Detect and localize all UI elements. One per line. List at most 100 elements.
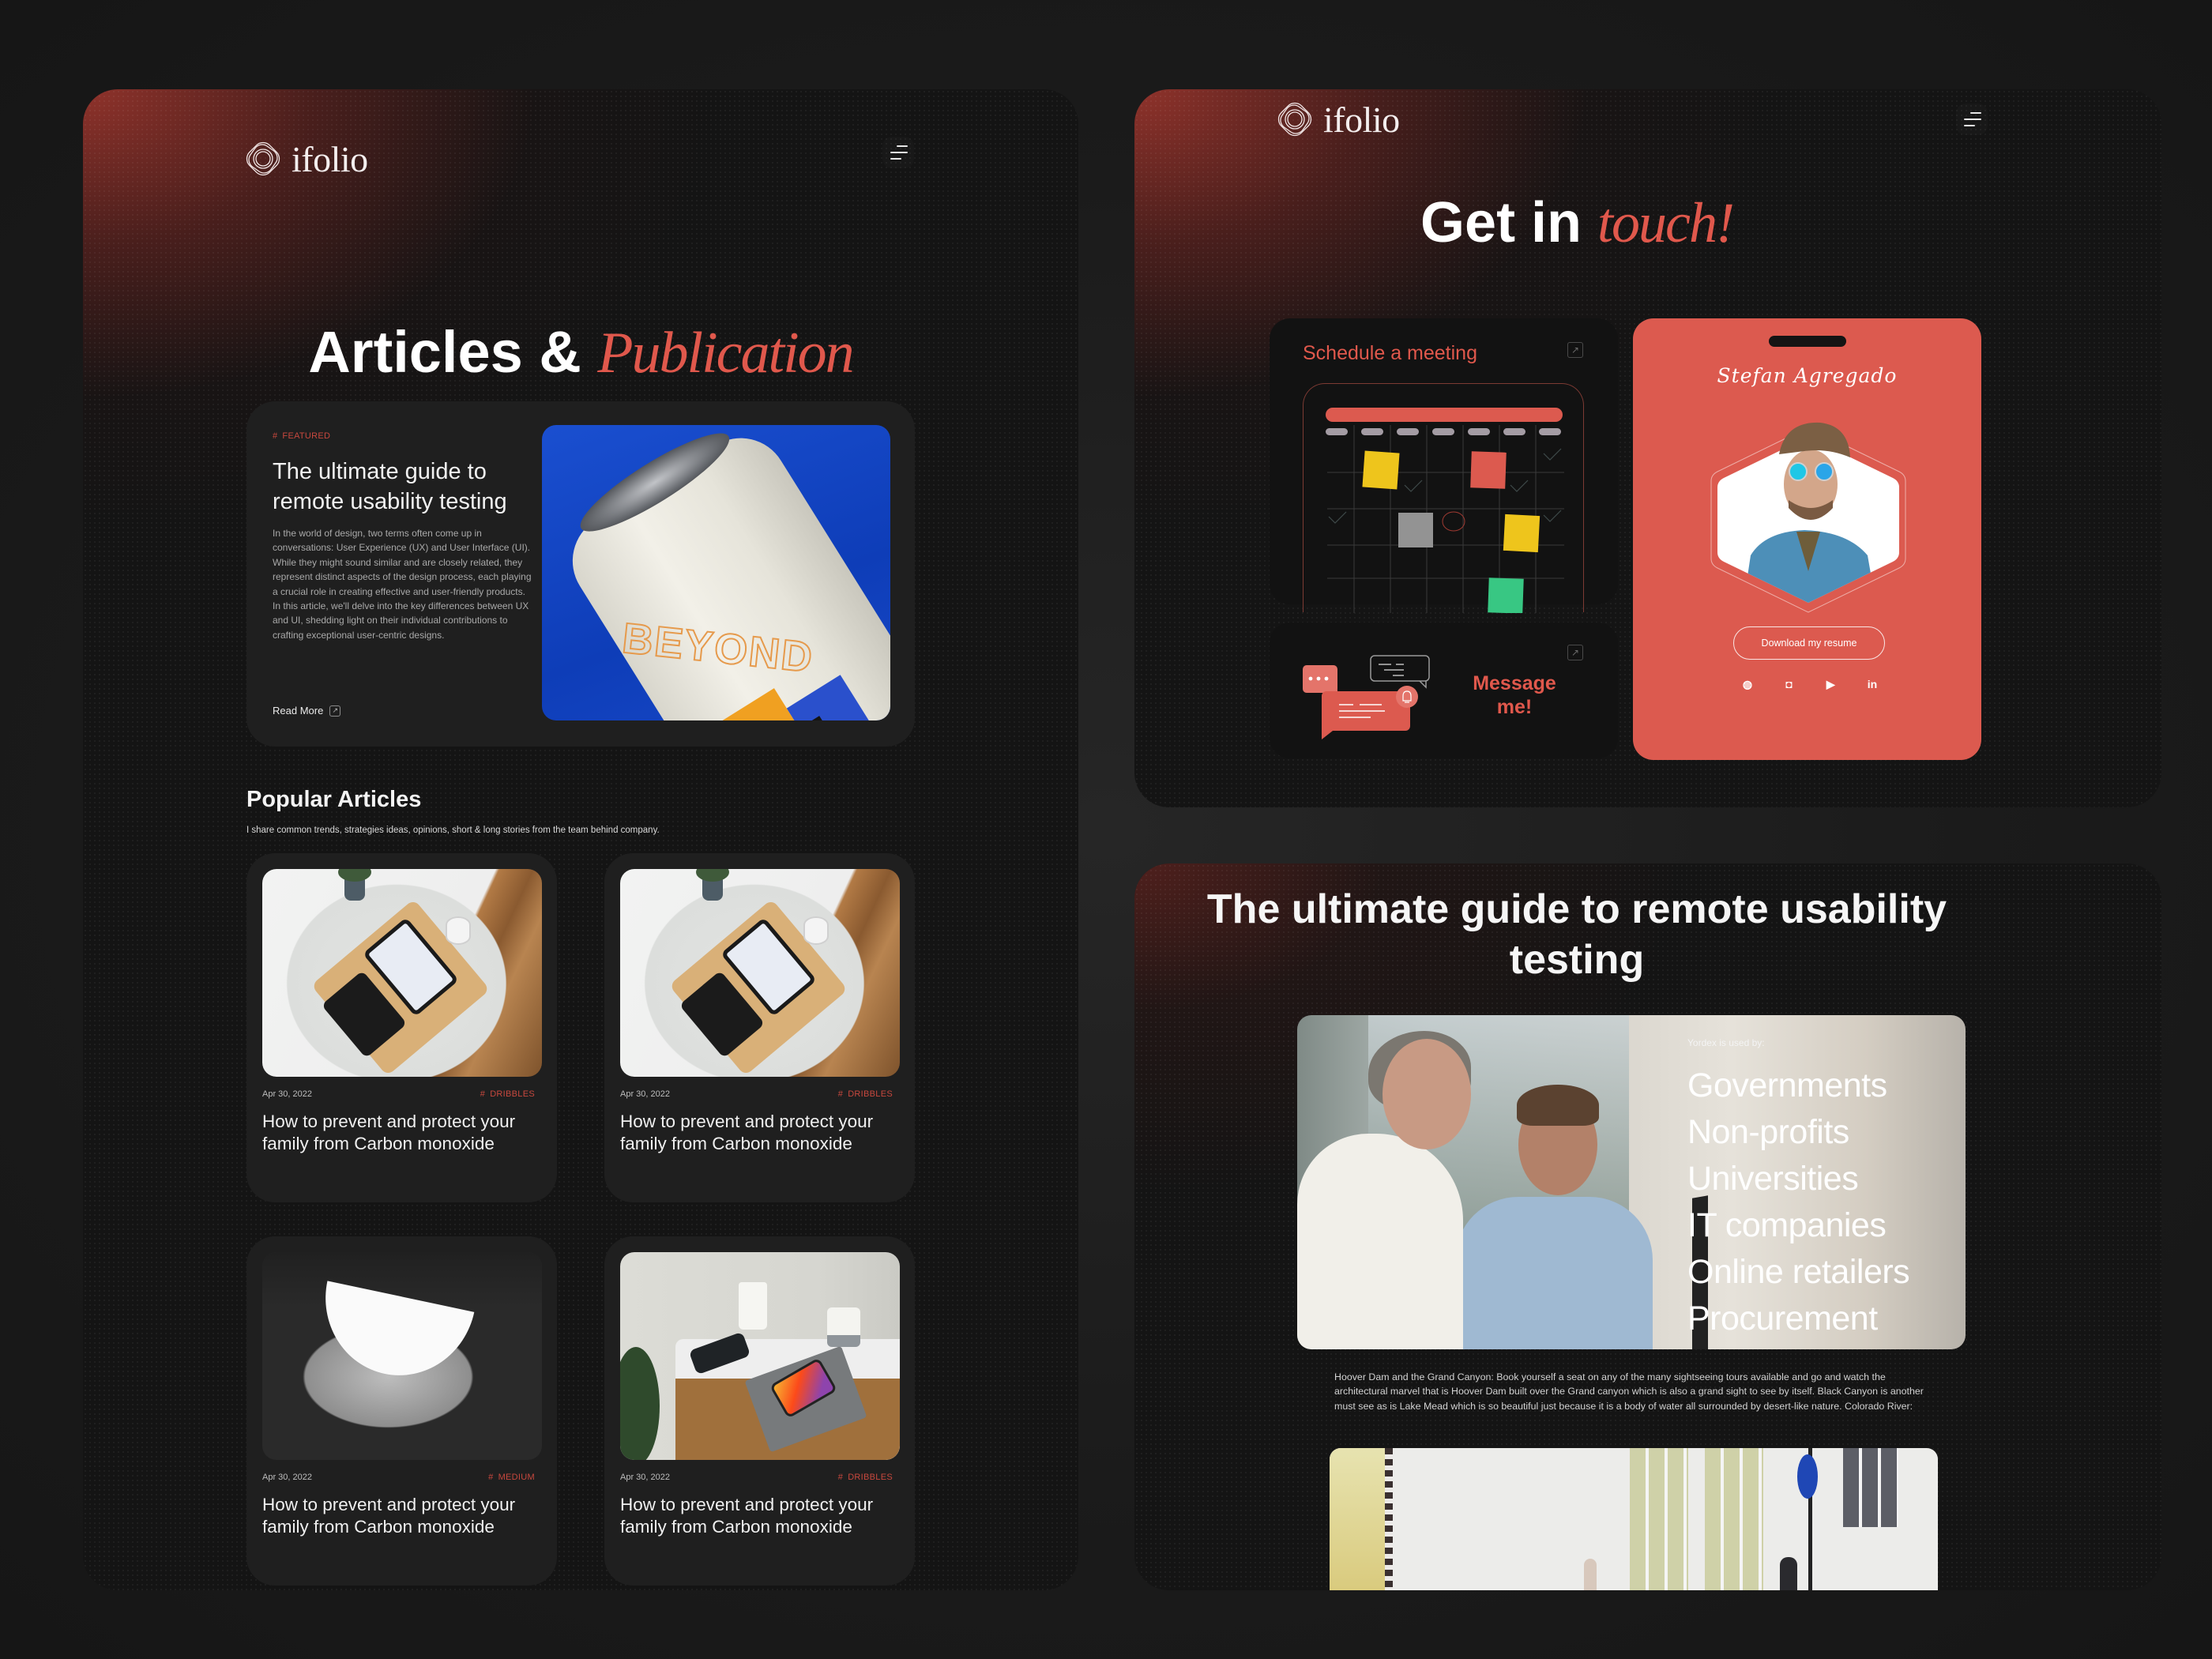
used-by-label: Yordex is used by: [1687,1037,1765,1048]
menu-button[interactable] [1956,103,1988,135]
hash-icon: # [273,431,278,441]
menu-line [890,152,908,153]
photo-shape [1584,1559,1597,1590]
article-meta: Apr 30, 2022 # DRIBBLES [620,1473,893,1482]
article-title: How to prevent and protect your family f… [262,1495,516,1537]
title-accent: touch! [1597,191,1735,254]
profile-id-card: Stefan Agregado Download my resume ◍ ◘ ▶… [1633,318,1981,760]
article-card[interactable]: Apr 30, 2022 # DRIBBLES How to prevent an… [246,853,557,1202]
linkedin-icon[interactable]: in [1864,675,1881,693]
can-rim [570,425,739,546]
download-resume-button[interactable]: Download my resume [1733,626,1885,660]
menu-line [1964,125,1975,126]
article-date: Apr 30, 2022 [620,1089,670,1099]
article-meta: Apr 30, 2022 # DRIBBLES [262,1089,535,1099]
featured-article-card[interactable]: # FEATURED The ultimate guide to remote u… [246,401,915,747]
hash-icon: # [837,1089,844,1099]
article-tag[interactable]: # DRIBBLES [838,1473,893,1482]
dribbble-icon[interactable]: ◍ [1739,675,1756,693]
article-date: Apr 30, 2022 [620,1473,670,1482]
featured-excerpt: In the world of design, two terms often … [273,528,532,641]
can-brand: BEYOND [619,614,817,683]
instagram-icon[interactable]: ◘ [1781,675,1798,693]
photo-shape [1705,1448,1763,1590]
used-by-item: Non-profits [1687,1113,1849,1151]
tag-label: DRIBBLES [848,1089,893,1099]
featured-image: BEYOND [542,425,890,720]
photo-shape [1330,1448,1385,1590]
menu-line [890,158,901,160]
hash-icon: # [488,1473,494,1482]
profile-signature: Stefan Agregado [1717,364,1898,387]
external-link-icon: ↗ [329,705,341,717]
article-card[interactable]: Apr 30, 2022 # MEDIUM How to prevent and … [246,1236,557,1586]
profile-photo [1710,405,1907,619]
message-me-card[interactable]: Message me! ↗ [1270,623,1618,758]
external-link-icon[interactable]: ↗ [1567,645,1583,660]
hash-icon: # [480,1089,486,1099]
page-title: Articles & Publication [83,318,1078,387]
tag-label: DRIBBLES [848,1473,893,1482]
used-by-item: Online retailers [1687,1253,1910,1291]
article-tag[interactable]: # MEDIUM [488,1473,535,1482]
photo-shape [1382,1039,1471,1149]
ifolio-logo-icon [246,141,280,176]
photo-shape [1385,1448,1393,1590]
chat-bubbles-icon [1303,655,1430,739]
article-date: Apr 30, 2022 [262,1089,312,1099]
calendar-grid-icon [1326,408,1564,614]
external-link-icon[interactable]: ↗ [1567,342,1583,358]
photo-shape [1843,1448,1898,1527]
article-thumbnail [620,1252,900,1460]
thumb-shape [803,916,829,945]
featured-tag: # FEATURED [273,431,330,441]
brand-logo[interactable]: ifolio [1273,97,1400,141]
contact-page-panel: ifolio Get in touch! Schedule a meeting … [1134,89,2161,807]
article-card[interactable]: Apr 30, 2022 # DRIBBLES How to prevent an… [604,1236,915,1586]
page-title: Get in touch! [1134,190,2019,256]
message-me-label: Message me! [1473,672,1556,718]
menu-line [1964,118,1981,120]
thumb-shape [620,1347,660,1460]
hamburger-menu-icon [897,145,908,147]
used-by-item: Procurement [1687,1300,1878,1337]
hash-icon: # [837,1473,844,1482]
title-main: Get in [1420,191,1598,254]
blog-post-body: Hoover Dam and the Grand Canyon: Book yo… [1334,1371,1924,1412]
article-title: How to prevent and protect your family f… [262,1112,516,1153]
brand-wordmark: ifolio [1323,99,1400,140]
youtube-icon[interactable]: ▶ [1822,675,1839,693]
menu-button[interactable] [882,137,914,168]
title-accent: Publication [597,321,854,386]
schedule-meeting-card[interactable]: Schedule a meeting ↗ [1270,318,1618,614]
read-more-link[interactable]: Read More ↗ [273,705,341,717]
article-card[interactable]: Apr 30, 2022 # DRIBBLES How to prevent an… [604,853,915,1202]
brand-logo[interactable]: ifolio [241,137,368,181]
social-links: ◍ ◘ ▶ in [1739,675,1881,693]
article-thumbnail [262,1252,542,1460]
ifolio-logo-icon [1277,102,1312,137]
article-meta: Apr 30, 2022 # MEDIUM [262,1473,535,1482]
blog-post-title: The ultimate guide to remote usability t… [1206,886,1947,983]
panel-gradient-glow [83,89,1078,1590]
thumb-shape [739,1282,767,1330]
article-tag[interactable]: # DRIBBLES [480,1089,535,1099]
photo-shape [1297,1134,1463,1349]
used-by-item: Universities [1687,1160,1859,1198]
used-by-list: Yordex is used by: Governments Non-profi… [1687,1037,1910,1342]
thumb-shape [446,916,471,945]
schedule-meeting-title: Schedule a meeting [1303,342,1477,364]
thumb-shape [696,869,729,882]
used-by-item: IT companies [1687,1206,1887,1244]
photo-shape [1455,1197,1653,1349]
hamburger-menu-icon [1970,112,1981,114]
article-thumbnail [620,869,900,1077]
article-thumbnail [262,869,542,1077]
photo-shape [1780,1557,1797,1590]
photo-shape [1517,1085,1599,1126]
panel-grain-texture [83,89,1078,1590]
popular-articles-subtitle: I share common trends, strategies ideas,… [246,826,660,835]
article-title: How to prevent and protect your family f… [620,1495,874,1537]
article-tag[interactable]: # DRIBBLES [838,1089,893,1099]
profile-avatar-hexagon [1710,422,1906,613]
